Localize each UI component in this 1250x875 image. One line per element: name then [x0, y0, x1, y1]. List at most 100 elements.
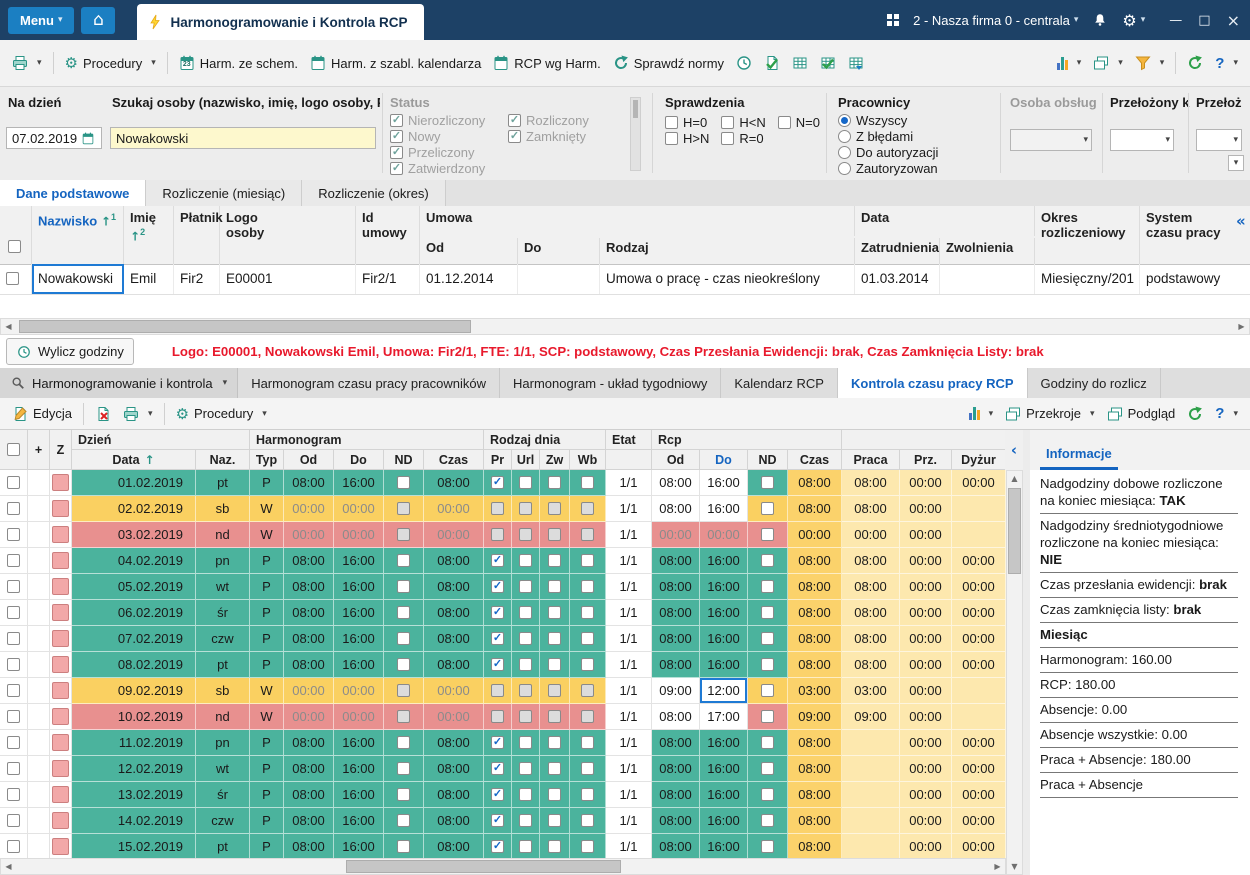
checkbox-url[interactable]	[519, 684, 532, 697]
cell-plus[interactable]	[28, 704, 50, 730]
row-checkbox[interactable]	[7, 476, 20, 489]
cell-url[interactable]	[512, 652, 540, 678]
cell-r_czas[interactable]: 08:00	[788, 782, 842, 808]
checkbox-url[interactable]	[519, 658, 532, 671]
cell-h_czas[interactable]: 08:00	[424, 548, 484, 574]
cell-zw[interactable]	[540, 652, 570, 678]
cell-pr[interactable]	[484, 678, 512, 704]
layout-button[interactable]: ▾	[1087, 49, 1129, 77]
cell-sel[interactable]	[0, 678, 28, 704]
cell-z[interactable]	[50, 730, 72, 756]
checkbox-rcp-nd[interactable]	[761, 684, 774, 697]
table-row[interactable]: Nowakowski Emil Fir2 E00001 Fir2/1 01.12…	[0, 264, 1250, 295]
cell-wb[interactable]	[570, 522, 606, 548]
cell-h_do[interactable]: 16:00	[334, 756, 384, 782]
cell-prz[interactable]: 00:00	[900, 678, 952, 704]
cell-z[interactable]	[50, 470, 72, 496]
checkbox-url[interactable]	[519, 476, 532, 489]
checkbox-url[interactable]	[519, 554, 532, 567]
radio-Z błędami[interactable]	[838, 130, 851, 143]
cell-sel[interactable]	[0, 730, 28, 756]
cell-r_od[interactable]: 00:00	[652, 522, 700, 548]
column-header-h_do[interactable]: Do	[334, 450, 384, 470]
checkbox-url[interactable]	[519, 606, 532, 619]
cell-r_czas[interactable]: 08:00	[788, 470, 842, 496]
cell-plus[interactable]	[28, 600, 50, 626]
cell-zw[interactable]	[540, 782, 570, 808]
cell-wb[interactable]	[570, 730, 606, 756]
column-header-nazwisko[interactable]: Nazwisko ↑1	[32, 206, 124, 264]
cell-etat[interactable]: 1/1	[606, 730, 652, 756]
checkbox-pr[interactable]	[491, 528, 504, 541]
cell-praca[interactable]: 09:00	[842, 704, 900, 730]
cell-plus[interactable]	[28, 756, 50, 782]
cell-r_czas[interactable]: 08:00	[788, 574, 842, 600]
row-checkbox[interactable]	[7, 580, 20, 593]
cell-h_nd[interactable]	[384, 808, 424, 834]
cell-typ[interactable]: P	[250, 652, 284, 678]
cell-etat[interactable]: 1/1	[606, 704, 652, 730]
cell-praca[interactable]: 08:00	[842, 626, 900, 652]
column-header-h_czas[interactable]: Czas	[424, 450, 484, 470]
checkbox-harm-nd[interactable]	[397, 684, 410, 697]
cell-r_nd[interactable]	[748, 808, 788, 834]
cell-praca[interactable]: 08:00	[842, 496, 900, 522]
cell-plus[interactable]	[28, 548, 50, 574]
cell-zw[interactable]	[540, 600, 570, 626]
cell-typ[interactable]: P	[250, 626, 284, 652]
cell-sel[interactable]	[0, 470, 28, 496]
cell-date[interactable]: 09.02.2019	[72, 678, 196, 704]
column-group-rcp[interactable]: Rcp	[652, 430, 842, 450]
scroll-right-button[interactable]: ▶	[1234, 319, 1249, 334]
cell-dyzur[interactable]: 00:00	[952, 782, 1006, 808]
cell-z[interactable]	[50, 600, 72, 626]
cell-wb[interactable]	[570, 834, 606, 860]
cell-etat[interactable]: 1/1	[606, 756, 652, 782]
cell-prz[interactable]: 00:00	[900, 470, 952, 496]
cell-r_do[interactable]: 16:00	[700, 730, 748, 756]
row-checkbox[interactable]	[7, 814, 20, 827]
table-row[interactable]: 04.02.2019pnP08:0016:0008:00✓1/108:0016:…	[0, 548, 1006, 574]
cell-etat[interactable]: 1/1	[606, 652, 652, 678]
checkbox-pr[interactable]	[491, 684, 504, 697]
cell-wb[interactable]	[570, 652, 606, 678]
scroll-down-button[interactable]: ▼	[1007, 859, 1022, 874]
cell-zw[interactable]	[540, 574, 570, 600]
cell-h_nd[interactable]	[384, 470, 424, 496]
cell-typ[interactable]: P	[250, 730, 284, 756]
cell-h_do[interactable]: 00:00	[334, 678, 384, 704]
cell-praca[interactable]: 08:00	[842, 470, 900, 496]
row-checkbox[interactable]	[7, 710, 20, 723]
print-button[interactable]: ▾	[6, 49, 48, 77]
column-header-typ[interactable]: Typ	[250, 450, 284, 470]
cell-h_do[interactable]: 00:00	[334, 496, 384, 522]
cell-dyzur[interactable]: 00:00	[952, 626, 1006, 652]
cell-plus[interactable]	[28, 834, 50, 860]
cell-z[interactable]	[50, 652, 72, 678]
cell-h_do[interactable]: 00:00	[334, 704, 384, 730]
table-row[interactable]: 02.02.2019sbW00:0000:0000:001/108:0016:0…	[0, 496, 1006, 522]
cell-r_nd[interactable]	[748, 730, 788, 756]
przekroje-button[interactable]: Przekroje ▾	[999, 400, 1100, 428]
cell-r_nd[interactable]	[748, 626, 788, 652]
cell-praca[interactable]: 08:00	[842, 600, 900, 626]
sprawdz-normy-button[interactable]: Sprawdź normy	[607, 49, 730, 77]
cell-r_nd[interactable]	[748, 600, 788, 626]
cell-prz[interactable]: 00:00	[900, 548, 952, 574]
cell-h_nd[interactable]	[384, 782, 424, 808]
cell-sel[interactable]	[0, 782, 28, 808]
checkbox-url[interactable]	[519, 632, 532, 645]
scrollbar-thumb[interactable]	[19, 320, 471, 333]
cell-url[interactable]	[512, 496, 540, 522]
cell-platnik[interactable]: Fir2	[174, 264, 220, 294]
cell-pr[interactable]: ✓	[484, 470, 512, 496]
cell-dyzur[interactable]: 00:00	[952, 470, 1006, 496]
cell-rodzaj[interactable]: Umowa o pracę - czas nieokreślony	[600, 264, 855, 294]
cell-r_nd[interactable]	[748, 652, 788, 678]
cell-r_od[interactable]: 08:00	[652, 470, 700, 496]
cell-naz[interactable]: wt	[196, 756, 250, 782]
cell-url[interactable]	[512, 808, 540, 834]
cell-system[interactable]: podstawowy	[1140, 264, 1238, 294]
checkbox-rcp-nd[interactable]	[761, 606, 774, 619]
cell-umowa-od[interactable]: 01.12.2014	[420, 264, 518, 294]
